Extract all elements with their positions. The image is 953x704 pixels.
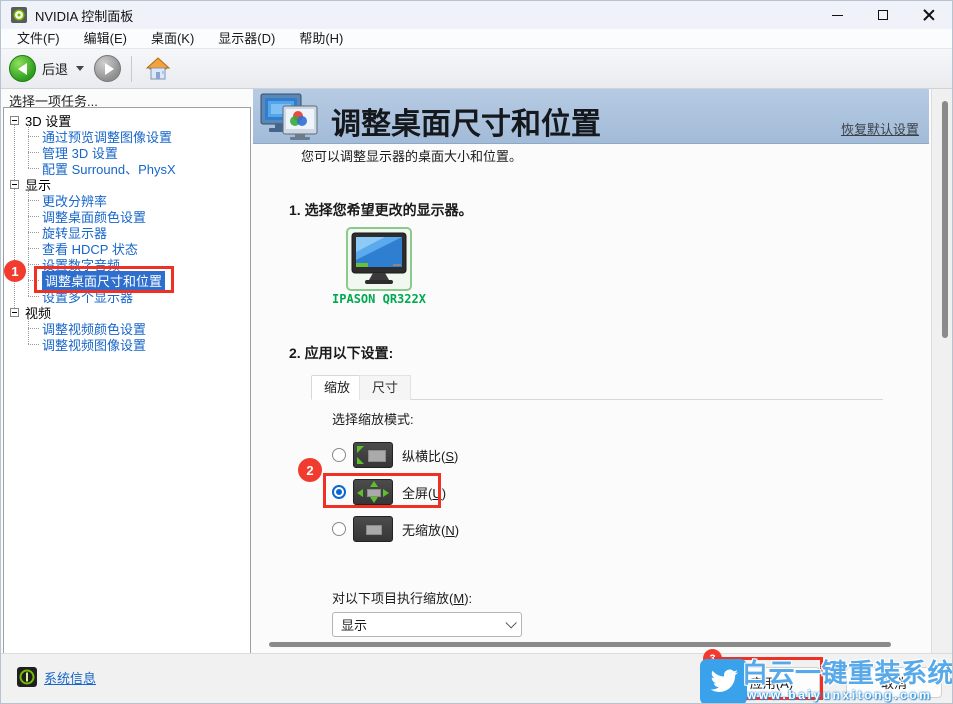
tree-root-connector [14,120,15,312]
tree-children-3d: 通过预览调整图像设置 管理 3D 设置 配置 Surround、PhysX [28,128,250,176]
home-icon [145,56,171,82]
tree-item-configure-surround-physx[interactable]: 配置 Surround、PhysX [28,160,250,176]
monitor-name-label: IPASON QR322X [309,292,449,306]
system-info-link[interactable]: 系统信息 [17,667,96,687]
tree-item-adjust-video-image[interactable]: 调整视频图像设置 [28,336,250,352]
menu-file[interactable]: 文件(F) [5,29,72,49]
monitor-icon [351,232,407,286]
system-info-label[interactable]: 系统信息 [44,668,96,687]
task-tree: 3D 设置 通过预览调整图像设置 管理 3D 设置 配置 Surround、Ph… [4,108,250,352]
collapse-icon[interactable] [10,308,19,317]
system-info-icon [17,667,37,687]
no-scaling-icon [353,516,393,542]
tab-scaling[interactable]: 缩放 [311,375,363,400]
tree-children-video: 调整视频颜色设置 调整视频图像设置 [28,320,250,352]
maximize-button[interactable] [860,1,906,29]
watermark-url: www.baiyunxitong.com [747,688,933,702]
title-bar: NVIDIA 控制面板 [1,1,952,29]
radio-option-aspect-ratio[interactable]: 纵横比(S) [332,441,458,469]
annotation-badge-2: 2 [298,458,322,482]
page-title: 调整桌面尺寸和位置 [331,99,601,143]
forward-icon [105,63,114,75]
navigation-toolbar: 后退 [1,49,952,89]
tree-group-display[interactable]: 显示 [4,176,250,192]
collapse-icon[interactable] [10,180,19,189]
task-tree-panel: 3D 设置 通过预览调整图像设置 管理 3D 设置 配置 Surround、Ph… [3,107,251,659]
page-header-banner: 调整桌面尺寸和位置 恢复默认设置 [253,89,929,144]
nvidia-control-panel-window: NVIDIA 控制面板 文件(F) 编辑(E) 桌面(K) 显示器(D) 帮助(… [0,0,953,704]
vertical-scrollbar-thumb[interactable] [942,101,948,338]
annotation-badge-1: 1 [4,260,26,282]
home-button[interactable] [142,53,174,85]
radio-option-no-scaling[interactable]: 无缩放(N) [332,515,459,543]
step1-label: 1. 选择您希望更改的显示器。 [289,200,473,220]
radio-no-scaling[interactable] [332,522,346,536]
vertical-scrollbar-track[interactable] [931,89,953,653]
menu-edit[interactable]: 编辑(E) [72,29,139,49]
aspect-ratio-icon [353,442,393,468]
forward-button[interactable] [94,55,121,82]
menu-help[interactable]: 帮助(H) [287,29,355,49]
close-icon [923,9,935,21]
step2-label: 2. 应用以下设置: [289,343,393,363]
monitor-tile[interactable] [346,227,412,291]
back-label: 后退 [42,59,68,78]
menu-bar: 文件(F) 编辑(E) 桌面(K) 显示器(D) 帮助(H) [1,29,952,49]
no-scaling-label: 无缩放(N) [402,520,459,539]
horizontal-scrollbar[interactable] [269,642,891,647]
maximize-icon [878,10,888,20]
annotation-box-step2 [323,473,441,508]
minimize-button[interactable] [814,1,860,29]
chevron-down-icon [505,617,516,628]
annotation-box-step1 [34,266,174,293]
radio-aspect-ratio[interactable] [332,448,346,462]
perform-scaling-on-label: 对以下项目执行缩放(M): [332,588,472,607]
aspect-ratio-label: 纵横比(S) [402,446,458,465]
page-description: 您可以调整显示器的桌面大小和位置。 [301,146,522,165]
main-content: 调整桌面尺寸和位置 恢复默认设置 您可以调整显示器的桌面大小和位置。 1. 选择… [253,89,931,653]
task-sidebar: 选择一项任务... 3D 设置 通过预览调整图像设置 管理 3D 设置 配置 S… [1,89,253,653]
window-title: NVIDIA 控制面板 [35,6,133,25]
close-button[interactable] [906,1,952,29]
scaling-mode-label: 选择缩放模式: [332,409,414,428]
back-icon [9,55,36,82]
minimize-icon [832,15,843,16]
back-history-dropdown-icon[interactable] [76,66,84,71]
nvidia-logo-icon [11,7,27,23]
watermark-twitter-icon [700,659,747,704]
collapse-icon[interactable] [10,116,19,125]
tab-size[interactable]: 尺寸 [359,375,411,400]
menu-desktop[interactable]: 桌面(K) [139,29,206,49]
watermark-title: 白云一键重装系统 [742,653,953,690]
desktop-size-position-icon [259,92,323,142]
menu-display[interactable]: 显示器(D) [206,29,287,49]
back-button[interactable]: 后退 [9,55,68,82]
toolbar-separator [131,56,132,82]
restore-defaults-link[interactable]: 恢复默认设置 [841,119,919,138]
perform-scaling-dropdown[interactable]: 显示 [332,612,522,637]
dropdown-selected-value: 显示 [341,615,505,634]
